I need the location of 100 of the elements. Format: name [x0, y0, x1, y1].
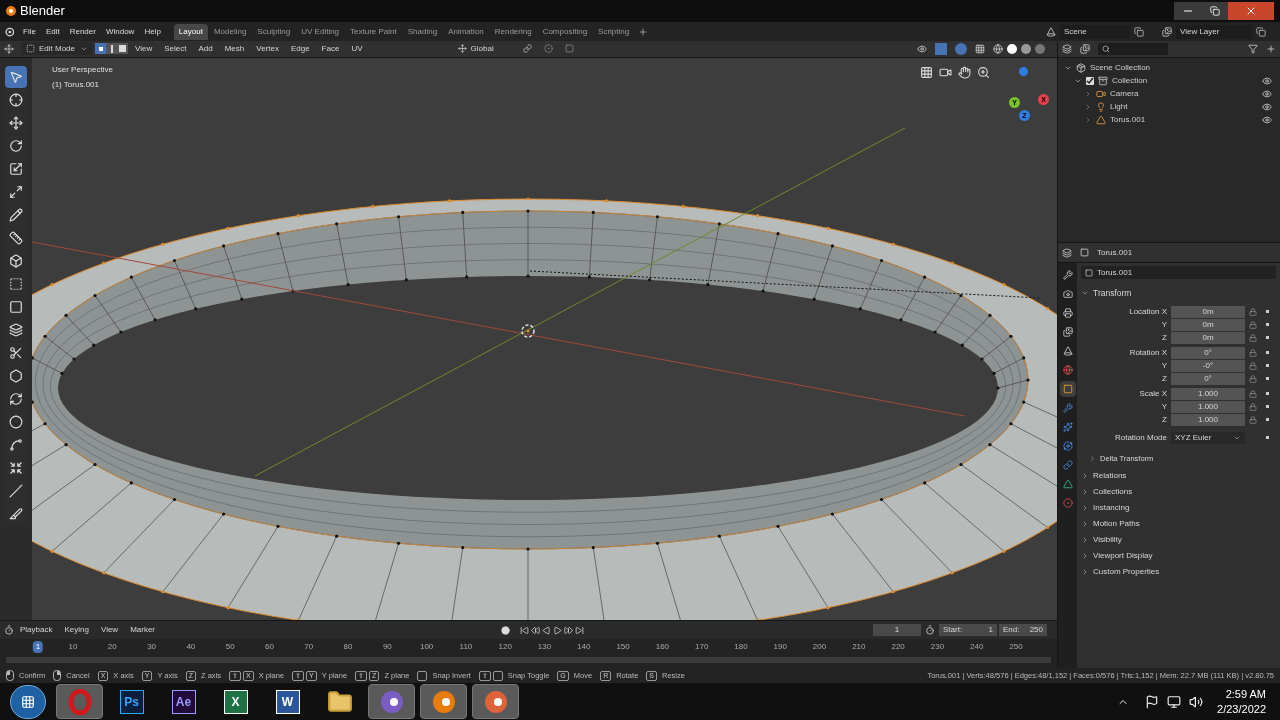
editor-type-icon[interactable]	[4, 625, 14, 635]
pivot-icon[interactable]	[522, 44, 532, 54]
next-keyframe-icon[interactable]	[564, 625, 574, 635]
panel-title[interactable]: Motion Paths	[1093, 518, 1140, 530]
number-field[interactable]: 0m	[1171, 331, 1245, 344]
workspace-tab[interactable]: Scripting	[593, 23, 635, 40]
end-frame-field[interactable]: End: 250	[999, 624, 1047, 636]
grid-view-icon[interactable]	[920, 65, 933, 79]
editor-type-icon[interactable]	[4, 44, 14, 54]
hand-pan-icon[interactable]	[958, 65, 971, 79]
menu-item[interactable]: Add	[193, 43, 218, 55]
view-layer-field[interactable]: View Layer	[1176, 24, 1252, 39]
eye-icon[interactable]	[1262, 75, 1272, 86]
number-field[interactable]: 0°	[1171, 372, 1245, 385]
lock-icon[interactable]	[1249, 320, 1257, 329]
prev-keyframe-icon[interactable]	[531, 625, 541, 635]
number-field[interactable]: 1.000	[1171, 387, 1245, 400]
start-button[interactable]	[10, 684, 46, 719]
lock-icon[interactable]	[1249, 333, 1257, 342]
workspace-tab[interactable]: Shading	[402, 23, 443, 40]
menu-item[interactable]: Select	[159, 43, 192, 55]
include-checkbox[interactable]	[1086, 76, 1094, 85]
overlay-toggle-icon[interactable]	[955, 43, 967, 55]
lock-icon[interactable]	[1249, 389, 1257, 398]
select-mode-button[interactable]	[117, 43, 128, 55]
panel-title[interactable]: Visibility	[1093, 534, 1122, 546]
taskbar-app-button[interactable]	[368, 684, 415, 719]
taskbar-app-button[interactable]: Ps	[108, 684, 155, 719]
outliner-item[interactable]: Collection	[1112, 74, 1148, 87]
menu-item[interactable]: UV	[346, 43, 368, 55]
panel-title[interactable]: Transform	[1093, 287, 1132, 300]
lock-icon[interactable]	[1249, 348, 1257, 357]
volume-icon[interactable]	[1189, 694, 1204, 709]
outliner-item[interactable]: Scene Collection	[1090, 61, 1151, 74]
workspace-tab[interactable]: Sculpting	[252, 23, 296, 40]
taskbar-app-button[interactable]: X	[212, 684, 259, 719]
panel-title[interactable]: Instancing	[1093, 502, 1130, 514]
menu-item[interactable]: Edit	[40, 25, 65, 38]
select-mode-button[interactable]	[106, 43, 117, 55]
menu-item[interactable]: Edge	[285, 43, 315, 55]
number-field[interactable]: -0°	[1171, 359, 1245, 372]
tool-button[interactable]	[5, 65, 27, 88]
number-field[interactable]: 0°	[1171, 346, 1245, 359]
panel-title[interactable]: Viewport Display	[1093, 550, 1153, 562]
wireframe-shading-icon[interactable]	[993, 44, 1003, 54]
panel-title[interactable]: Custom Properties	[1093, 566, 1160, 578]
menu-item[interactable]: Keying	[58, 624, 95, 636]
eye-icon[interactable]	[1262, 88, 1272, 99]
lock-icon[interactable]	[1249, 402, 1257, 411]
workspace-tab[interactable]: Compositing	[537, 23, 593, 40]
lock-icon[interactable]	[1249, 307, 1257, 316]
menu-item[interactable]: Mesh	[219, 43, 250, 55]
search-field[interactable]	[1098, 43, 1168, 55]
maximize-button[interactable]	[1202, 2, 1228, 20]
outliner-item[interactable]: Torus.001	[1110, 113, 1146, 126]
number-field[interactable]: 0m	[1171, 305, 1245, 318]
render-shading-icon[interactable]	[1035, 44, 1045, 54]
workspace-tab[interactable]: Texture Paint	[345, 23, 402, 40]
minimize-button[interactable]	[1174, 2, 1202, 20]
orientation-dropdown[interactable]: Global	[470, 43, 511, 55]
number-field[interactable]: 1.000	[1171, 400, 1245, 413]
play-reverse-icon[interactable]	[542, 625, 552, 635]
taskbar-app-button[interactable]: Ae	[160, 684, 207, 719]
solid-shading-icon[interactable]	[1007, 44, 1017, 54]
current-frame-field[interactable]: 1	[873, 624, 921, 636]
workspace-tab[interactable]: Layout	[173, 23, 208, 40]
play-icon[interactable]	[553, 625, 563, 635]
properties-tab[interactable]	[1059, 381, 1076, 397]
menu-item[interactable]: Render	[64, 25, 101, 38]
workspace-tab[interactable]: Modeling	[208, 23, 252, 40]
display-mode-icon[interactable]	[1080, 44, 1090, 54]
outliner-type-icon[interactable]	[1062, 44, 1072, 54]
lock-icon[interactable]	[1249, 361, 1257, 370]
menu-item[interactable]: View	[130, 43, 158, 55]
jump-end-icon[interactable]	[575, 625, 585, 635]
new-collection-icon[interactable]	[1266, 44, 1276, 54]
menu-item[interactable]: Window	[100, 25, 140, 38]
material-shading-icon[interactable]	[1021, 44, 1031, 54]
snap-icon[interactable]	[543, 44, 553, 54]
scene-field[interactable]: Scene	[1060, 24, 1130, 39]
data-name-field[interactable]: Torus.001	[1081, 266, 1276, 279]
lock-icon[interactable]	[1249, 415, 1257, 424]
eye-icon[interactable]	[1262, 101, 1272, 112]
menu-item[interactable]: File	[18, 25, 41, 38]
start-frame-field[interactable]: Start: 1	[939, 624, 997, 636]
menu-item[interactable]: View	[94, 624, 125, 636]
stopwatch-icon[interactable]	[925, 625, 935, 635]
network-icon[interactable]	[1167, 694, 1182, 709]
xray-icon[interactable]	[975, 44, 985, 54]
zoom-icon[interactable]	[977, 65, 990, 79]
menu-item[interactable]: Playback	[14, 624, 59, 636]
editor-type-icon[interactable]	[1062, 247, 1072, 258]
lock-icon[interactable]	[1249, 374, 1257, 383]
eye-icon[interactable]	[1262, 114, 1272, 125]
select-mode-button[interactable]	[95, 43, 106, 55]
menu-item[interactable]: Marker	[124, 624, 162, 636]
panel-title[interactable]: Collections	[1093, 486, 1133, 498]
menu-item[interactable]: Vertex	[251, 43, 284, 55]
menu-item[interactable]: Face	[316, 43, 345, 55]
flag-icon[interactable]	[1145, 694, 1160, 709]
